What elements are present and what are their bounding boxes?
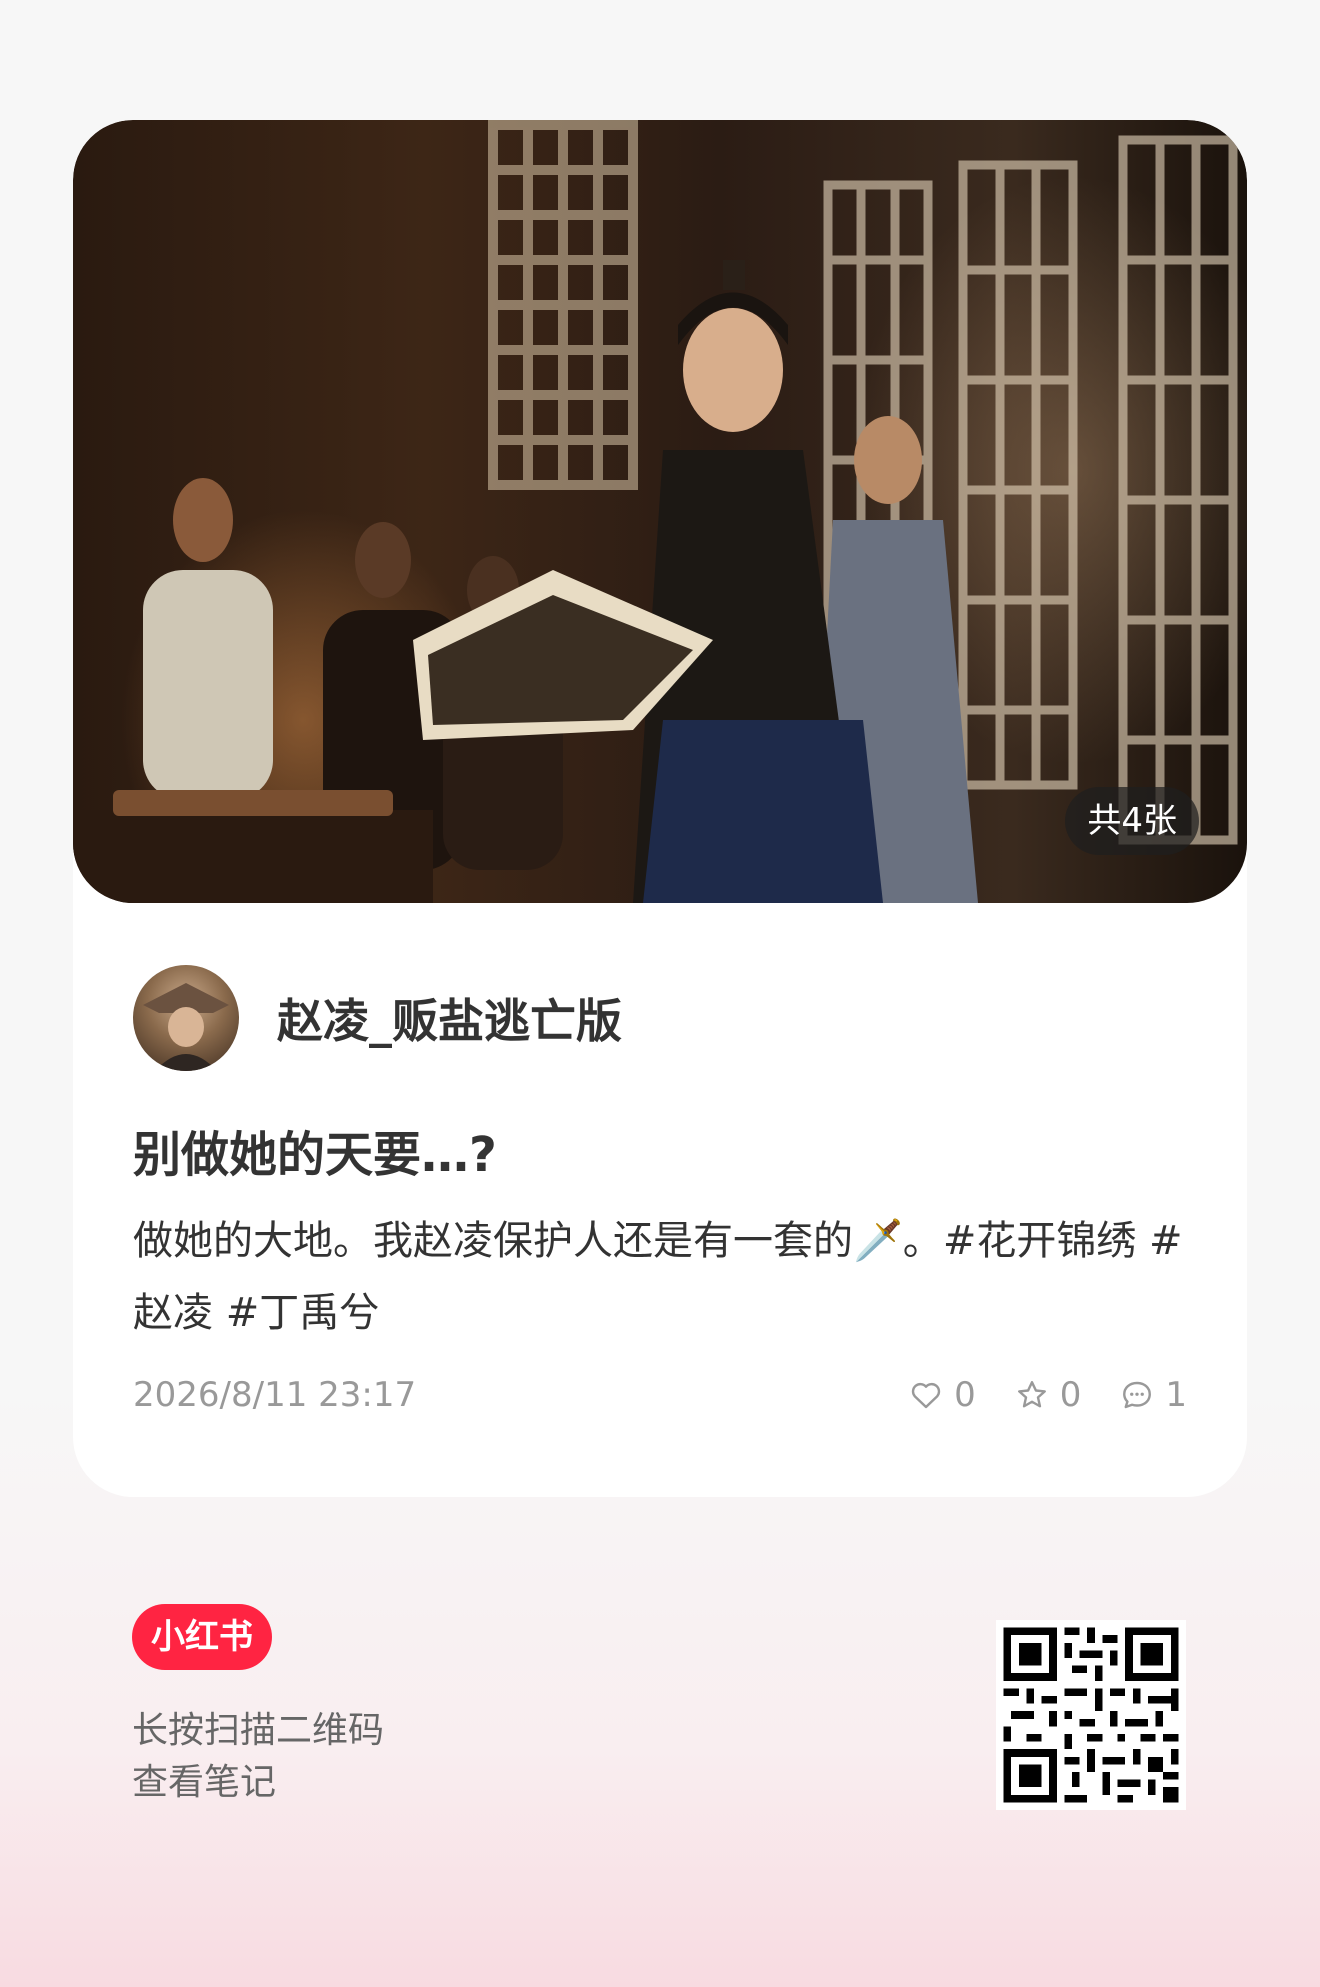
- image-count-badge: 共4张: [1065, 787, 1199, 855]
- hashtag[interactable]: #花开锦绣: [943, 1218, 1137, 1264]
- description-text: 做她的大地。我赵凌保护人还是有一套的🗡️。: [133, 1218, 943, 1264]
- like-stat[interactable]: 0: [908, 1375, 976, 1415]
- like-count: 0: [954, 1375, 976, 1415]
- note-title: 别做她的天要…?: [133, 1127, 497, 1183]
- scan-hint-line1: 长按扫描二维码: [132, 1710, 385, 1751]
- qr-code-icon: [996, 1620, 1186, 1810]
- brand-logo: 小红书: [132, 1604, 272, 1670]
- favorite-count: 0: [1059, 1375, 1082, 1415]
- stats-bar: 0 0 1: [870, 1375, 1187, 1415]
- cover-illustration: [73, 120, 1238, 903]
- heart-icon: [911, 1382, 941, 1409]
- star-icon: [1017, 1381, 1046, 1408]
- cover-image[interactable]: 共4张: [73, 120, 1247, 903]
- note-card[interactable]: 共4张 赵凌_贩盐逃亡版 别做她的天要…? 做她的大地。我赵凌保护人还是有一套的…: [73, 120, 1247, 1497]
- note-description: 做她的大地。我赵凌保护人还是有一套的🗡️。#花开锦绣 #赵凌 #丁禹兮: [133, 1205, 1193, 1349]
- scan-hint-line2: 查看笔记: [132, 1762, 277, 1803]
- scan-hint: 长按扫描二维码 查看笔记: [132, 1705, 384, 1809]
- note-meta: 2026/8/11 23:17 0 0 1: [133, 1370, 1187, 1420]
- author-row[interactable]: 赵凌_贩盐逃亡版: [133, 965, 622, 1071]
- comment-stat[interactable]: 1: [1119, 1375, 1187, 1415]
- avatar[interactable]: [133, 965, 239, 1071]
- hashtag[interactable]: #丁禹兮: [226, 1290, 380, 1336]
- comment-icon: [1123, 1381, 1152, 1409]
- qr-code[interactable]: [996, 1620, 1186, 1810]
- favorite-stat[interactable]: 0: [1014, 1375, 1082, 1415]
- avatar-image: [143, 983, 229, 1071]
- comment-count: 1: [1165, 1375, 1187, 1415]
- author-name[interactable]: 赵凌_贩盐逃亡版: [277, 985, 622, 1051]
- post-datetime: 2026/8/11 23:17: [133, 1375, 417, 1415]
